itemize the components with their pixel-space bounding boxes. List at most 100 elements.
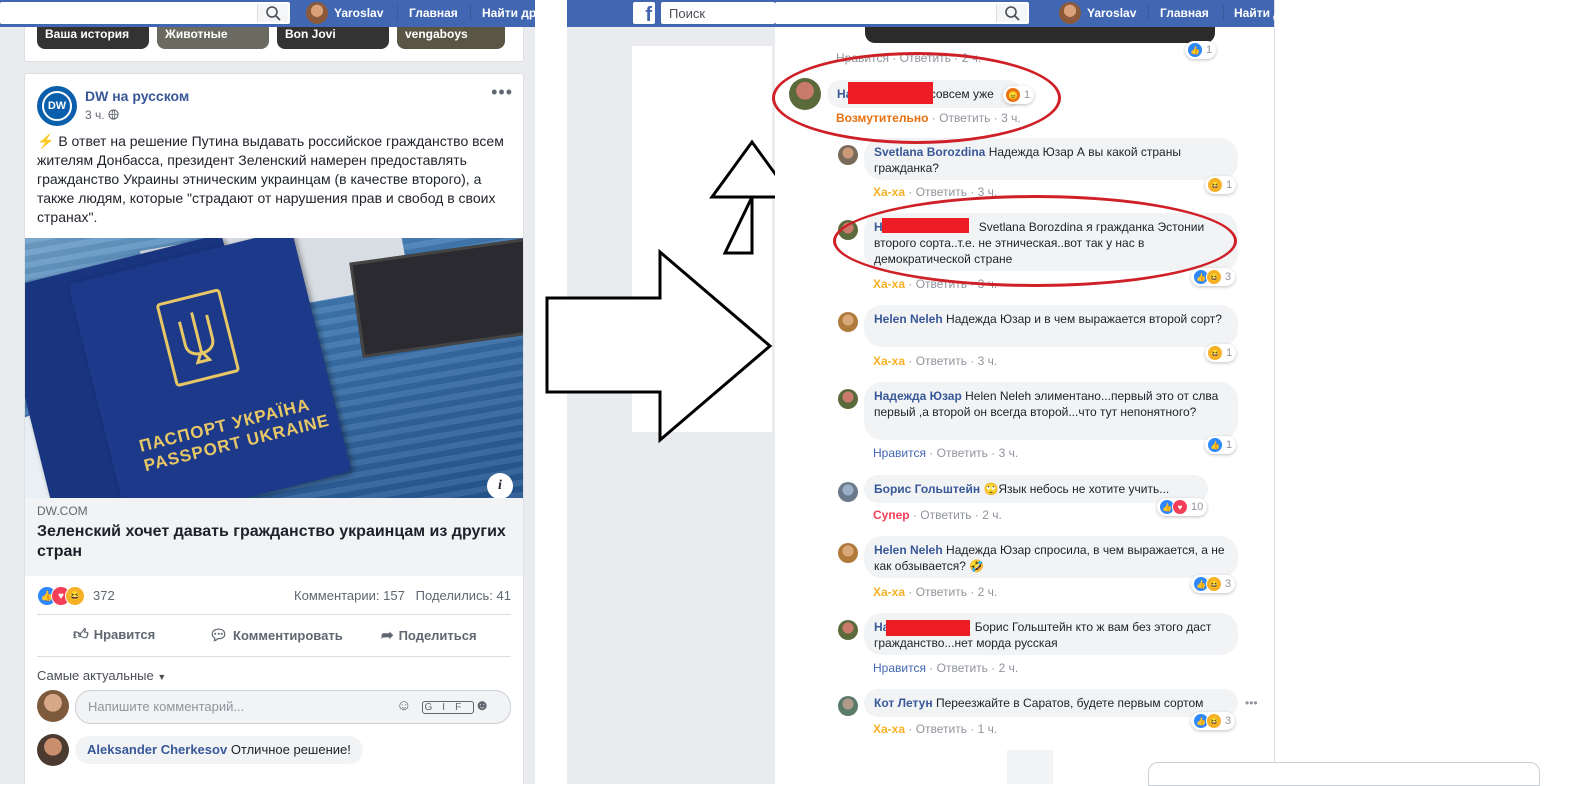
comment-sort-dropdown[interactable]: Самые актуальные ▼ [37, 668, 166, 683]
find-friends-link[interactable]: Найти д [1234, 6, 1281, 20]
commenter-avatar[interactable] [838, 145, 858, 165]
reaction-badge[interactable]: 👍 😆 3 [1191, 268, 1236, 286]
post-options-button[interactable]: ••• [491, 82, 513, 103]
reply-link[interactable]: Ответить [920, 508, 971, 522]
commenter-avatar[interactable] [838, 389, 858, 409]
reaction-label[interactable]: Супер [873, 508, 910, 522]
home-link[interactable]: Главная [409, 6, 458, 20]
commenter-avatar[interactable] [838, 312, 858, 332]
lightning-icon: ⚡ [37, 133, 55, 149]
gif-icon[interactable]: GIF [421, 701, 475, 714]
reaction-badge[interactable]: 👍 😆 3 [1191, 575, 1236, 593]
sticker-icon[interactable]: ☻ [474, 697, 500, 714]
link-preview[interactable]: DW.COM Зеленский хочет давать гражданств… [25, 498, 523, 576]
post-image[interactable]: ПАСПОРТ УКРАЇНА PASSPORT UKRAINE i [25, 238, 523, 498]
search-input[interactable] [775, 2, 1029, 24]
comment-time[interactable]: 2 ч. [999, 661, 1019, 675]
comment-button[interactable]: 💬︎ Комментировать [209, 626, 343, 644]
reaction-count: 1 [1206, 44, 1213, 56]
comment-button-label: Комментировать [233, 628, 343, 643]
comment-input-icons: ☺ GIF ☻ [396, 697, 500, 714]
comment-author[interactable]: Надежда Юзар [874, 389, 962, 403]
user-avatar[interactable] [37, 690, 69, 722]
reaction-label[interactable]: Ха-ха [873, 585, 905, 599]
page-name[interactable]: DW на русском [85, 88, 189, 104]
haha-reaction-icon: 😆 [1207, 345, 1223, 361]
comment-bubble: Кот Летун Переезжайте в Саратов, будете … [864, 689, 1238, 717]
comment-author[interactable]: Helen Neleh [874, 312, 943, 326]
profile-link[interactable]: Yaroslav [334, 6, 383, 20]
shares-count[interactable]: Поделились: 41 [416, 588, 511, 603]
commenter-avatar[interactable] [838, 620, 858, 640]
share-button[interactable]: ➦ Поделиться [381, 626, 477, 644]
commenter-avatar[interactable] [838, 482, 858, 502]
reaction-count: 3 [1225, 271, 1232, 283]
page-logo[interactable]: DW [37, 86, 77, 126]
search-icon[interactable] [257, 4, 288, 22]
user-avatar[interactable] [1059, 2, 1081, 24]
comment-meta: Ха-ха · Ответить · 3 ч. [873, 354, 998, 368]
search-input[interactable] [0, 2, 290, 24]
post-time[interactable]: 3 ч. [85, 108, 119, 123]
story-item[interactable]: vengaboys [397, 27, 505, 49]
story-item[interactable]: Животные [157, 27, 269, 49]
comment-meta: Нравится · Ответить · 2 ч. [873, 661, 1019, 675]
reaction-badge[interactable]: 😆 1 [1205, 176, 1237, 194]
reaction-badge[interactable]: 👍 1 [1185, 41, 1217, 59]
comment-time[interactable]: 1 ч. [978, 722, 998, 736]
user-avatar[interactable] [306, 2, 328, 24]
story-item[interactable]: Ваша история [37, 27, 149, 49]
find-friends-link[interactable]: Найти дру [482, 6, 535, 20]
post-time-text: 3 ч. [85, 108, 105, 122]
link-title: Зеленский хочет давать гражданство украи… [37, 523, 506, 560]
reaction-badge[interactable]: 👍 1 [1205, 436, 1237, 454]
highlight-ellipse [833, 195, 1237, 287]
comment-time[interactable]: 3 ч. [999, 446, 1019, 460]
comment-time[interactable]: 2 ч. [978, 585, 998, 599]
reply-link[interactable]: Ответить [937, 661, 988, 675]
profile-link[interactable]: Yaroslav [1087, 6, 1136, 20]
comment-input[interactable]: Напишите комментарий... ☺ GIF ☻ [75, 690, 511, 724]
search-icon[interactable] [996, 4, 1027, 22]
commenter-avatar[interactable] [37, 734, 69, 766]
comment-time[interactable]: 3 ч. [978, 354, 998, 368]
reaction-count: 372 [93, 588, 115, 603]
emoji-icon[interactable]: ☺ [396, 697, 421, 714]
top-nav-bar: Yaroslav Главная Найти д [775, 0, 1281, 27]
info-icon[interactable]: i [487, 473, 513, 498]
comment-author[interactable]: Кот Летун [874, 696, 933, 710]
reaction-badge[interactable]: 👍 😆 3 [1191, 712, 1236, 730]
reaction-label[interactable]: Нравится [873, 446, 926, 460]
comment-options-icon[interactable]: ••• [1245, 696, 1258, 710]
comment-author[interactable]: Helen Neleh [874, 543, 943, 557]
reaction-label[interactable]: Ха-ха [873, 722, 905, 736]
home-link[interactable]: Главная [1160, 6, 1209, 20]
comment-author[interactable]: Борис Гольштейн [874, 482, 980, 496]
reaction-badge[interactable]: 👍 ♥ 10 [1157, 498, 1208, 516]
comment-author[interactable]: Svetlana Borozdina [874, 145, 985, 159]
comment-author[interactable]: Aleksander Cherkesov [87, 742, 227, 757]
like-button-label: Нравится [93, 627, 156, 642]
comments-count[interactable]: Комментарии: 157 [294, 588, 405, 603]
reply-link[interactable]: Ответить [916, 585, 967, 599]
reply-link[interactable]: Ответить [916, 185, 967, 199]
like-button[interactable]: 👍︎ Нравится [73, 626, 155, 644]
comment-time[interactable]: 2 ч. [982, 508, 1002, 522]
reaction-label[interactable]: Ха-ха [873, 277, 905, 291]
reply-link[interactable]: Ответить [916, 722, 967, 736]
reply-link[interactable]: Ответить [916, 354, 967, 368]
comment-text: Отличное решение! [230, 742, 351, 757]
reaction-count: 1 [1226, 347, 1233, 359]
story-item[interactable]: Bon Jovi [277, 27, 389, 49]
reply-link[interactable]: Ответить [937, 446, 988, 460]
reaction-label[interactable]: Ха-ха [873, 185, 905, 199]
reaction-label[interactable]: Ха-ха [873, 354, 905, 368]
haha-reaction-icon: 😆 [1207, 177, 1223, 193]
commenter-avatar[interactable] [838, 543, 858, 563]
chat-bar[interactable] [1148, 762, 1540, 786]
stories-strip: Ваша история Животные Bon Jovi vengaboys [24, 27, 524, 62]
reaction-label[interactable]: Нравится [873, 661, 926, 675]
share-icon: ➦ [381, 627, 394, 644]
reaction-badge[interactable]: 😆 1 [1205, 344, 1237, 362]
commenter-avatar[interactable] [838, 696, 858, 716]
